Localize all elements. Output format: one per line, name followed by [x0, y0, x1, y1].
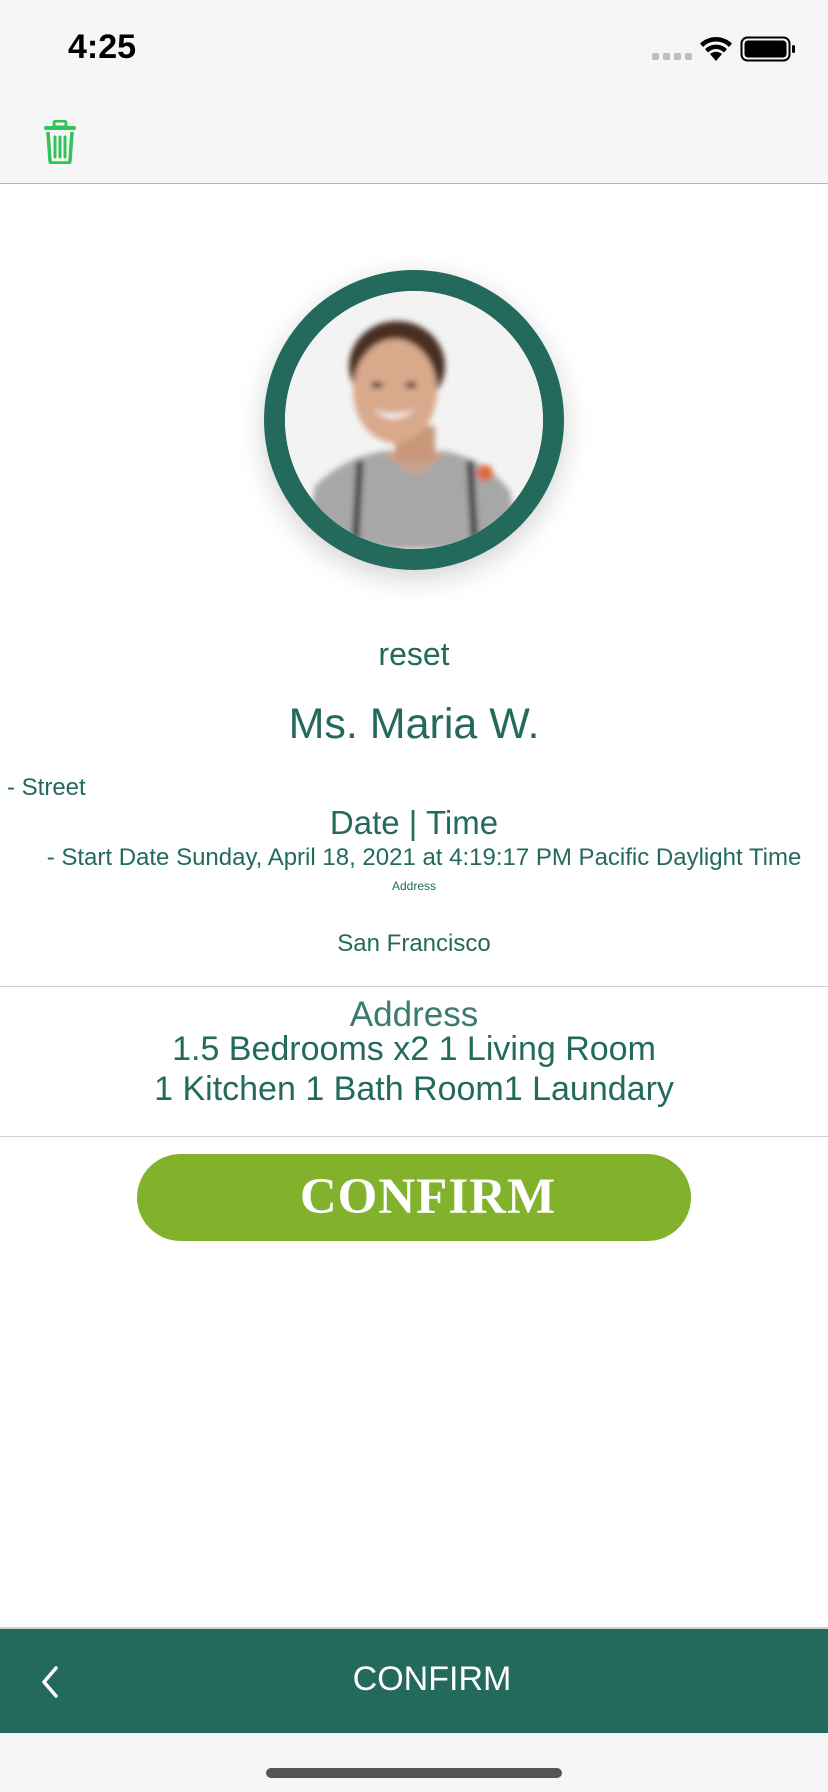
- battery-icon: [740, 36, 795, 62]
- home-indicator-area: [0, 1733, 828, 1792]
- delete-button[interactable]: [40, 119, 80, 165]
- street-label: - Street: [7, 774, 86, 801]
- bottom-bar-title: CONFIRM: [352, 1660, 512, 1698]
- date-time-label: Date | Time: [329, 804, 499, 841]
- cellular-signal-icon: [652, 53, 692, 60]
- home-indicator[interactable]: [266, 1768, 562, 1778]
- status-time: 4:25: [68, 28, 137, 66]
- screen: 4:25 reset Ms. Maria W. - Street Date | …: [0, 0, 828, 1792]
- rooms-heading: Address: [349, 995, 479, 1034]
- city-text: San Francisco: [337, 930, 491, 957]
- divider: [0, 986, 828, 987]
- confirm-button[interactable]: CONFIRM: [137, 1154, 691, 1241]
- status-bar: 4:25: [0, 0, 828, 100]
- divider: [0, 1136, 828, 1137]
- avatar[interactable]: [264, 270, 564, 570]
- bottom-bar: CONFIRM: [0, 1627, 828, 1733]
- avatar-photo: [285, 291, 543, 549]
- reset-link[interactable]: reset: [0, 636, 828, 673]
- rooms-summary-line-1: 1.5 Bedrooms x2 1 Living Room: [172, 1030, 656, 1068]
- wifi-icon: [700, 37, 732, 61]
- start-date-text: - Start Date Sunday, April 18, 2021 at 4…: [46, 844, 802, 871]
- address-small-label: Address: [391, 879, 437, 893]
- provider-name: Ms. Maria W.: [288, 700, 540, 748]
- rooms-summary-line-2: 1 Kitchen 1 Bath Room1 Laundary: [154, 1070, 674, 1108]
- navigation-bar: [0, 100, 828, 184]
- trash-icon: [44, 119, 76, 165]
